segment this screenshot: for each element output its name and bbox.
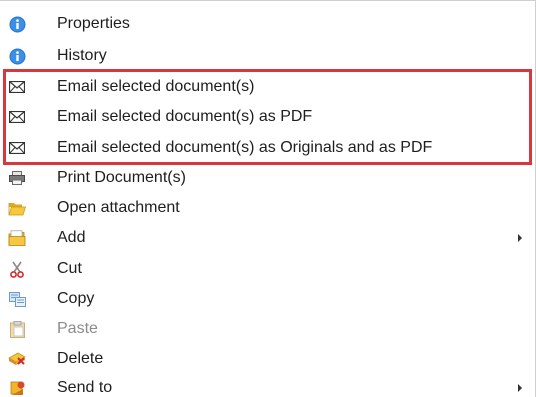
envelope-icon: [8, 139, 26, 157]
menu-item-email-documents-pdf[interactable]: Email selected document(s) as PDF: [0, 102, 535, 132]
envelope-icon: [8, 108, 26, 126]
menu-item-add[interactable]: Add: [0, 223, 535, 253]
menu-item-email-documents-originals-pdf[interactable]: Email selected document(s) as Originals …: [0, 133, 535, 163]
menu-item-label: Email selected document(s) as PDF: [57, 108, 313, 125]
menu-item-label: Email selected document(s) as Originals …: [57, 139, 433, 156]
menu-item-properties[interactable]: Properties: [0, 9, 535, 39]
menu-item-label: Cut: [57, 260, 82, 277]
copy-icon: [8, 290, 26, 308]
submenu-arrow-icon: [518, 234, 522, 242]
menu-item-label: Send to: [57, 379, 113, 396]
envelope-icon: [8, 78, 26, 96]
scissors-icon: [8, 260, 26, 278]
send-to-icon: [8, 379, 26, 397]
menu-item-label: Add: [57, 229, 86, 246]
menu-item-open-attachment[interactable]: Open attachment: [0, 193, 535, 223]
menu-item-label: Email selected document(s): [57, 78, 255, 95]
menu-item-label: Paste: [57, 320, 98, 337]
menu-item-email-documents[interactable]: Email selected document(s): [0, 72, 535, 102]
submenu-arrow-icon: [518, 384, 522, 392]
info-icon: [8, 15, 26, 33]
menu-item-cut[interactable]: Cut: [0, 254, 535, 284]
printer-icon: [8, 169, 26, 187]
menu-item-paste: Paste: [0, 314, 535, 344]
menu-item-label: Open attachment: [57, 199, 180, 216]
menu-item-label: Properties: [57, 15, 130, 32]
menu-item-history[interactable]: History: [0, 41, 535, 71]
folder-open-icon: [8, 199, 26, 217]
menu-item-label: Print Document(s): [57, 169, 186, 186]
context-menu: Properties History Email selected docume…: [0, 0, 536, 397]
info-icon: [8, 47, 26, 65]
menu-item-delete[interactable]: Delete: [0, 344, 535, 374]
menu-item-send-to[interactable]: Send to: [0, 373, 535, 397]
paste-icon: [8, 320, 26, 338]
folder-add-icon: [8, 229, 26, 247]
menu-item-print[interactable]: Print Document(s): [0, 163, 535, 193]
menu-item-label: Delete: [57, 350, 104, 367]
menu-item-label: Copy: [57, 290, 95, 307]
delete-icon: [8, 350, 26, 368]
menu-item-copy[interactable]: Copy: [0, 284, 535, 314]
menu-item-label: History: [57, 47, 107, 64]
